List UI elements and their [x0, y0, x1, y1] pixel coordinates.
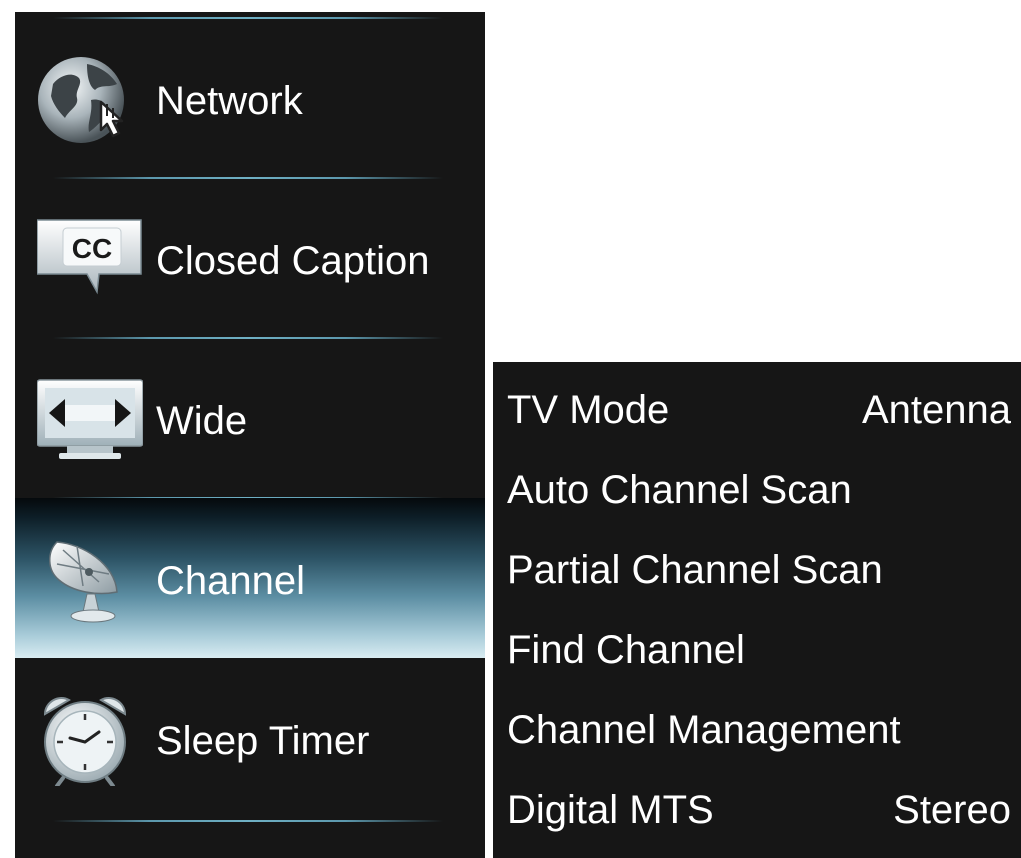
tv-mode-label: TV Mode [507, 388, 670, 432]
channel-submenu: TV Mode Antenna Auto Channel Scan Partia… [493, 362, 1021, 858]
digital-mts-row[interactable]: Digital MTS Stereo [507, 780, 1011, 840]
channel-management-label: Channel Management [507, 708, 901, 752]
sidebar-item-channel[interactable]: Channel [15, 498, 485, 658]
find-channel-label: Find Channel [507, 628, 745, 672]
widescreen-arrows-icon [37, 374, 143, 466]
sidebar-item-label: Network [156, 79, 303, 123]
partial-channel-scan-label: Partial Channel Scan [507, 548, 883, 592]
sidebar-item-network[interactable]: Network [15, 18, 485, 178]
settings-sidebar: Network CC Closed Caption Wide Channel S… [15, 12, 485, 858]
partial-channel-scan-row[interactable]: Partial Channel Scan [507, 540, 1011, 600]
divider [53, 820, 443, 822]
cc-speech-bubble-icon: CC [37, 214, 143, 306]
auto-channel-scan-label: Auto Channel Scan [507, 468, 852, 512]
sidebar-item-sleep-timer[interactable]: Sleep Timer [15, 658, 485, 818]
channel-management-row[interactable]: Channel Management [507, 700, 1011, 760]
tv-mode-row[interactable]: TV Mode Antenna [507, 380, 1011, 440]
tv-mode-value: Antenna [861, 388, 1011, 432]
sidebar-item-label: Wide [156, 399, 248, 443]
find-channel-row[interactable]: Find Channel [507, 620, 1011, 680]
svg-text:CC: CC [72, 233, 112, 264]
sidebar-item-label: Sleep Timer [156, 719, 370, 763]
sidebar-item-wide[interactable]: Wide [15, 338, 485, 498]
alarm-clock-icon [37, 694, 143, 786]
sidebar-item-label: Closed Caption [156, 239, 430, 283]
globe-pointer-icon [37, 54, 143, 146]
digital-mts-label: Digital MTS [507, 788, 714, 832]
sidebar-item-closed-caption[interactable]: CC Closed Caption [15, 178, 485, 338]
satellite-dish-icon [37, 534, 143, 626]
digital-mts-value: Stereo [893, 788, 1011, 832]
auto-channel-scan-row[interactable]: Auto Channel Scan [507, 460, 1011, 520]
sidebar-item-label: Channel [156, 559, 306, 603]
